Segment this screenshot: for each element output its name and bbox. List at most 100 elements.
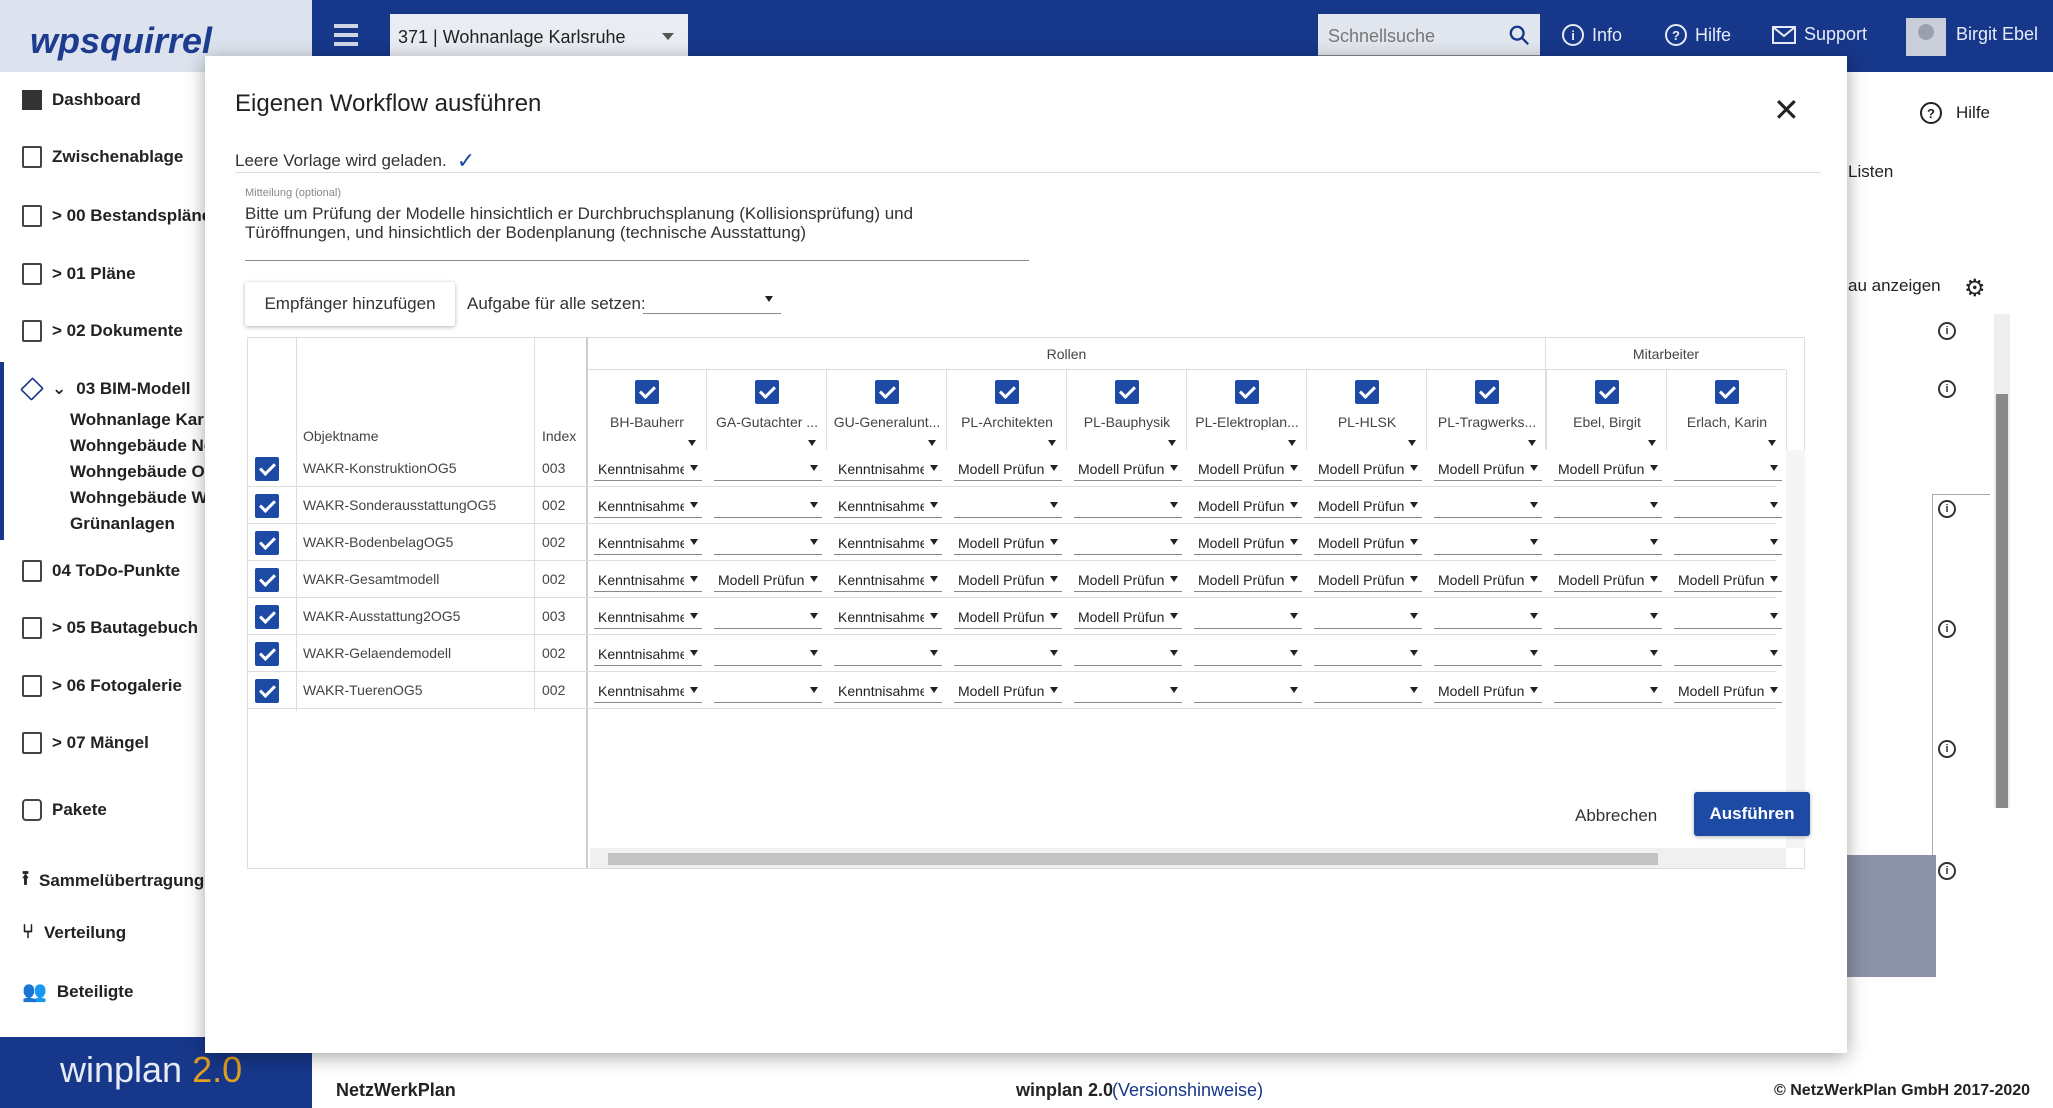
task-select[interactable] — [1074, 527, 1182, 555]
column-checkbox[interactable] — [1235, 380, 1259, 404]
task-select[interactable]: Modell Prüfung — [1314, 490, 1422, 518]
task-select[interactable] — [1194, 638, 1302, 666]
menu-icon[interactable] — [334, 24, 358, 46]
table-row[interactable]: WAKR-TuerenOG5 002 Kenntnisahme Kenntnisahm… — [248, 672, 1782, 709]
sidebar-item-todo[interactable]: 04 ToDo-Punkte — [22, 560, 180, 582]
run-button[interactable]: Ausführen — [1694, 792, 1810, 836]
row-checkbox[interactable] — [255, 568, 279, 592]
sidebar-item-photo-gallery[interactable]: > 06 Fotogalerie — [22, 675, 182, 697]
support-button[interactable]: Support — [1772, 24, 1867, 45]
table-row[interactable]: WAKR-Gesamtmodell 002 Kenntnisahme Modell P… — [248, 561, 1782, 598]
task-select[interactable]: Modell Prüfung — [1434, 675, 1542, 703]
task-select[interactable] — [714, 601, 822, 629]
sidebar-item-distribution[interactable]: ⑂ Verteilung — [22, 921, 126, 944]
column-checkbox[interactable] — [1595, 380, 1619, 404]
task-select[interactable]: Modell Prüfung — [1434, 453, 1542, 481]
row-checkbox[interactable] — [255, 457, 279, 481]
info-icon[interactable]: i — [1938, 380, 1956, 398]
task-select[interactable]: Kenntnisahme — [834, 564, 942, 592]
quick-search-input[interactable]: Schnellsuche — [1318, 14, 1540, 57]
column-header[interactable]: PL-Architekten — [948, 370, 1067, 450]
column-checkbox[interactable] — [755, 380, 779, 404]
task-select[interactable]: Kenntnisahme — [834, 527, 942, 555]
task-select[interactable]: Kenntnisahme — [594, 490, 702, 518]
task-select[interactable]: Modell Prüfung — [1314, 453, 1422, 481]
task-select[interactable]: Modell Prüfung — [1194, 453, 1302, 481]
task-select[interactable] — [1314, 638, 1422, 666]
project-select[interactable]: 371 | Wohnanlage Karlsruhe — [390, 14, 688, 59]
table-row[interactable]: WAKR-Gelaendemodell 002 Kenntnisahme — [248, 635, 1782, 672]
task-select[interactable] — [1074, 675, 1182, 703]
task-select[interactable]: Modell Prüfung — [1194, 527, 1302, 555]
task-select[interactable] — [714, 675, 822, 703]
task-select[interactable] — [1434, 638, 1542, 666]
sidebar-subitem-3[interactable]: Wohngebäude Ost — [70, 462, 220, 482]
avatar[interactable] — [1906, 18, 1946, 56]
task-select[interactable] — [1674, 601, 1782, 629]
sidebar-item-existing-plans[interactable]: > 00 Bestandspläne — [22, 205, 211, 227]
task-select[interactable]: Modell Prüfung — [1194, 490, 1302, 518]
task-select[interactable] — [1554, 490, 1662, 518]
row-checkbox[interactable] — [255, 531, 279, 555]
sidebar-item-defects[interactable]: > 07 Mängel — [22, 732, 149, 754]
task-select[interactable]: Modell Prüfung — [1434, 564, 1542, 592]
task-select[interactable]: Kenntnisahme — [594, 564, 702, 592]
sidebar-item-participants[interactable]: 👥 Beteiligte — [22, 979, 133, 1004]
task-select[interactable] — [1194, 675, 1302, 703]
task-select[interactable]: Kenntnisahme — [834, 453, 942, 481]
task-select[interactable] — [714, 527, 822, 555]
column-checkbox[interactable] — [1355, 380, 1379, 404]
gear-icon[interactable]: ⚙ — [1964, 274, 1986, 303]
column-header[interactable]: BH-Bauherr — [588, 370, 707, 450]
task-select[interactable] — [1554, 638, 1662, 666]
cancel-button[interactable]: Abbrechen — [1575, 806, 1657, 826]
task-select[interactable]: Modell Prüfung — [954, 527, 1062, 555]
task-select[interactable] — [1074, 638, 1182, 666]
sidebar-item-plans[interactable]: > 01 Pläne — [22, 263, 136, 285]
column-header[interactable]: PL-HLSK — [1308, 370, 1427, 450]
chevron-down-icon[interactable] — [688, 440, 696, 446]
task-select[interactable] — [1674, 490, 1782, 518]
row-checkbox[interactable] — [255, 494, 279, 518]
task-select[interactable]: Kenntnisahme — [834, 675, 942, 703]
sidebar-item-documents[interactable]: > 02 Dokumente — [22, 320, 183, 342]
help-button[interactable]: ? Hilfe — [1665, 24, 1731, 46]
task-select[interactable]: Kenntnisahme — [594, 527, 702, 555]
chevron-down-icon[interactable] — [1528, 440, 1536, 446]
table-row[interactable]: WAKR-KonstruktionOG5 003 Kenntnisahme Kennt… — [248, 450, 1782, 487]
message-textarea[interactable]: Bitte um Prüfung der Modelle hinsichtlic… — [245, 204, 1025, 242]
row-checkbox[interactable] — [255, 642, 279, 666]
chevron-down-icon[interactable] — [1288, 440, 1296, 446]
sidebar-item-clipboard[interactable]: Zwischenablage — [22, 146, 183, 168]
col-header-object[interactable]: Objektname — [303, 428, 378, 444]
task-select[interactable] — [714, 490, 822, 518]
info-button[interactable]: i Info — [1562, 24, 1622, 46]
task-select[interactable]: Modell Prüfung — [1554, 453, 1662, 481]
task-select[interactable]: Kenntnisahme — [834, 490, 942, 518]
vertical-scrollbar[interactable] — [1786, 450, 1805, 848]
table-row[interactable]: WAKR-Ausstattung2OG5 003 Kenntnisahme Kennt… — [248, 598, 1782, 635]
table-row[interactable]: WAKR-SonderausstattungOG5 002 Kenntnisahme… — [248, 487, 1782, 524]
chevron-down-icon[interactable] — [1768, 440, 1776, 446]
column-header[interactable]: PL-Elektroplan... — [1188, 370, 1307, 450]
column-checkbox[interactable] — [995, 380, 1019, 404]
column-checkbox[interactable] — [875, 380, 899, 404]
chevron-down-icon[interactable] — [808, 440, 816, 446]
background-help-button[interactable]: ? Hilfe — [1920, 102, 1990, 124]
task-select[interactable]: Modell Prüfung — [1074, 601, 1182, 629]
task-select[interactable]: Modell Prüfung — [1194, 564, 1302, 592]
task-select[interactable] — [954, 638, 1062, 666]
task-select[interactable]: Modell Prüfung — [954, 601, 1062, 629]
column-header[interactable]: Erlach, Karin — [1668, 370, 1787, 450]
task-select[interactable] — [1674, 527, 1782, 555]
column-checkbox[interactable] — [1115, 380, 1139, 404]
task-select[interactable]: Modell Prüfung — [1674, 675, 1782, 703]
sidebar-item-site-diary[interactable]: > 05 Bautagebuch — [22, 617, 198, 639]
chevron-down-icon[interactable] — [1168, 440, 1176, 446]
task-select[interactable] — [1074, 490, 1182, 518]
task-select[interactable]: Kenntnisahme — [834, 601, 942, 629]
sidebar-item-dashboard[interactable]: Dashboard — [22, 90, 141, 110]
task-select[interactable]: Kenntnisahme — [594, 638, 702, 666]
chevron-down-icon[interactable] — [1048, 440, 1056, 446]
task-select[interactable] — [1554, 675, 1662, 703]
